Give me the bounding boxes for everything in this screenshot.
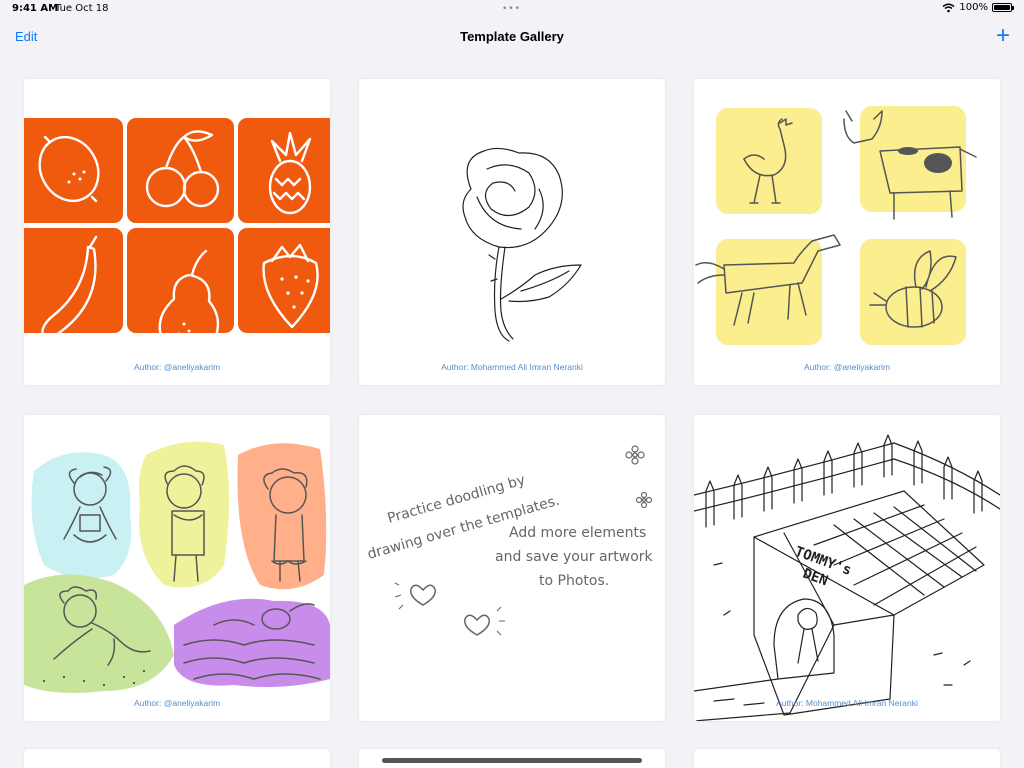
template-card-fruits[interactable]: Author: @aneliyakarim [24,79,330,385]
multitasking-dots-icon[interactable]: ••• [502,4,521,14]
template-card-rose[interactable]: Author: Mohammed Ali Imran Neranki [359,79,665,385]
template-author: Author: Mohammed Ali Imran Neranki [441,362,583,372]
status-time: 9:41 AM [12,3,59,14]
wifi-icon [942,3,955,12]
template-grid: Author: @aneliyakarim Author: Mohammed A… [24,79,1000,721]
template-author: Author: @aneliyakarim [133,362,221,372]
practice-text-art: Practice doodling by drawing over the te… [366,445,654,636]
template-author: Author: @aneliyakarim [803,362,891,372]
template-author: Author: Mohammed Ali Imran Neranki [776,698,918,708]
template-card-partial[interactable] [24,749,330,768]
template-card-dog-house[interactable]: TOMMY's DEN Author: Mohammed Ali Imran N… [694,415,1000,721]
add-icon[interactable]: + [996,24,1010,48]
battery-percent: 100% [959,2,988,13]
practice-line3: Add more elements [509,525,646,541]
template-card-farm-animals[interactable]: Author: @aneliyakarim [694,79,1000,385]
status-right: 100% [942,2,1014,13]
page-title: Template Gallery [460,29,564,44]
home-indicator[interactable] [382,758,642,763]
dog-house-art: TOMMY's DEN [694,434,1000,721]
status-bar: 9:41 AM Tue Oct 18 ••• 100% [0,0,1024,18]
template-author: Author: @aneliyakarim [133,698,221,708]
heart-icon [464,614,490,636]
status-date: Tue Oct 18 [55,3,109,14]
fruit-grid-art [24,118,330,355]
girl-doodles-art [24,441,330,693]
template-card-girl-doodles[interactable]: Author: @aneliyakarim [24,415,330,721]
farm-animals-art [695,106,977,345]
template-card-partial[interactable] [694,749,1000,768]
battery-icon [992,3,1014,12]
practice-line5: to Photos. [539,573,609,589]
heart-icon [410,584,436,606]
practice-line4: and save your artwork [495,549,654,565]
template-card-practice[interactable]: Practice doodling by drawing over the te… [359,415,665,721]
flower-icon [625,445,653,509]
navigation-bar: Edit Template Gallery + [0,24,1024,50]
rose-art [462,147,582,342]
